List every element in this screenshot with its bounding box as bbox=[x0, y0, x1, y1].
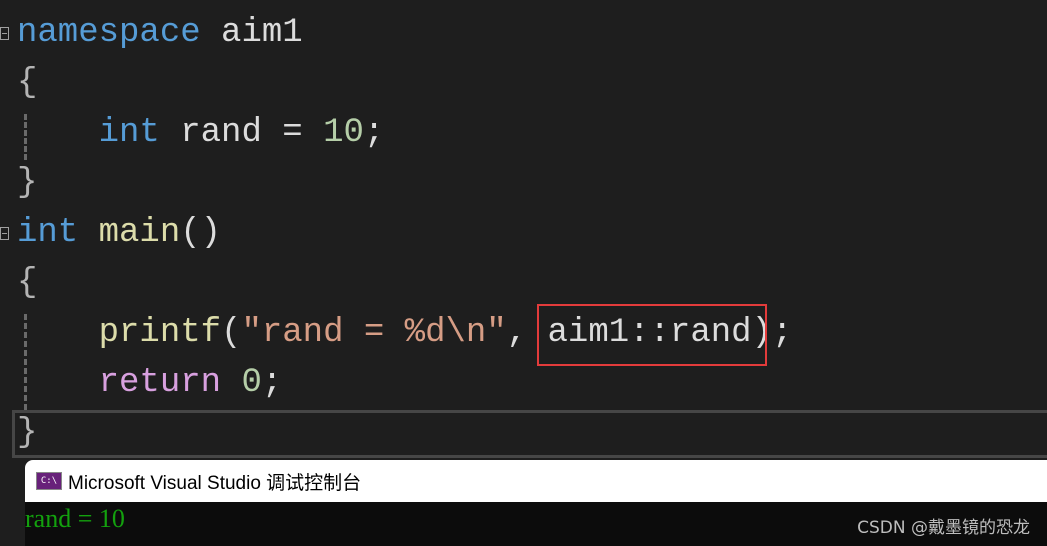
console-body: rand = 10 CSDN @戴墨镜的恐龙 bbox=[25, 502, 1047, 546]
code-line[interactable]: namespace aim1 bbox=[17, 8, 303, 58]
collapse-namespace-icon[interactable] bbox=[0, 27, 9, 40]
code-token-identifier: rand = bbox=[159, 114, 324, 152]
code-token-keyword: namespace bbox=[17, 14, 201, 52]
code-token-number: 10 bbox=[323, 114, 364, 152]
code-token-identifier: () bbox=[180, 214, 222, 252]
code-token-punct: { bbox=[17, 264, 38, 302]
code-line[interactable]: { bbox=[17, 258, 37, 308]
code-line[interactable]: } bbox=[17, 158, 37, 208]
code-token-function: printf bbox=[98, 314, 222, 352]
indent-guide bbox=[24, 314, 27, 410]
code-token-identifier: ( bbox=[221, 314, 242, 352]
code-line[interactable]: { bbox=[17, 58, 37, 108]
console-title: Microsoft Visual Studio 调试控制台 bbox=[68, 472, 362, 494]
console-app-icon: C:\ bbox=[36, 472, 62, 490]
code-token-identifier bbox=[78, 214, 98, 252]
watermark: CSDN @戴墨镜的恐龙 bbox=[857, 518, 1030, 538]
console-output: rand = 10 bbox=[25, 504, 125, 533]
code-line[interactable]: int rand = 10; bbox=[17, 108, 385, 158]
current-line-highlight bbox=[12, 410, 1047, 458]
code-token-identifier bbox=[221, 364, 241, 402]
code-token-punct: { bbox=[17, 64, 38, 102]
highlight-box bbox=[537, 304, 767, 366]
indent-guide bbox=[24, 114, 27, 160]
code-token-control: return bbox=[98, 364, 222, 402]
code-token-function: main bbox=[98, 214, 181, 252]
code-token-punct: } bbox=[17, 164, 38, 202]
debug-console-window[interactable]: C:\ Microsoft Visual Studio 调试控制台 rand =… bbox=[25, 460, 1047, 546]
code-token-identifier: aim1 bbox=[200, 14, 303, 52]
code-token-identifier: ; bbox=[261, 364, 283, 402]
code-token-identifier: ; bbox=[363, 114, 385, 152]
console-title-bar[interactable]: C:\ Microsoft Visual Studio 调试控制台 bbox=[25, 460, 1047, 502]
code-token-string: "rand = %d\n" bbox=[241, 314, 507, 352]
collapse-main-icon[interactable] bbox=[0, 227, 9, 240]
code-token-keyword: int bbox=[17, 214, 79, 252]
code-token-number: 0 bbox=[241, 364, 262, 402]
code-token-keyword: int bbox=[98, 114, 160, 152]
code-line[interactable]: int main() bbox=[17, 208, 221, 258]
code-line[interactable]: return 0; bbox=[17, 358, 283, 408]
